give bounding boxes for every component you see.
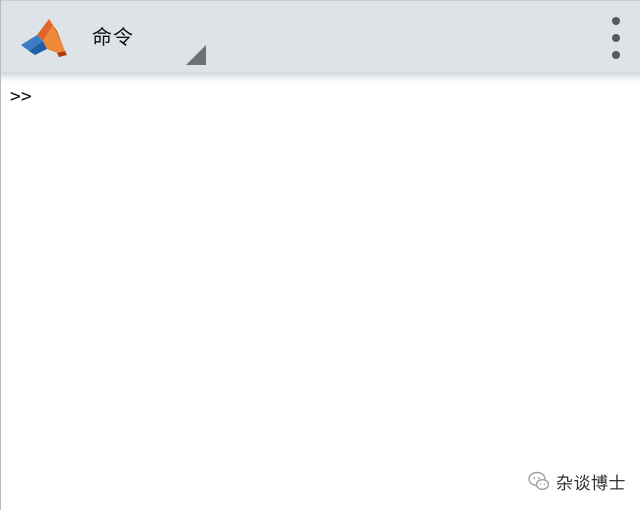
overflow-menu-icon[interactable] xyxy=(605,17,627,59)
wechat-icon xyxy=(528,471,550,491)
window-title: 命令 xyxy=(92,25,134,49)
command-prompt: >> xyxy=(10,86,32,107)
matlab-logo-icon xyxy=(21,19,67,57)
menu-dot xyxy=(612,17,620,25)
command-input[interactable] xyxy=(41,86,621,108)
toolbar-shadow xyxy=(1,72,640,82)
toolbar: 命令 xyxy=(1,0,640,72)
watermark-text: 杂谈博士 xyxy=(556,473,626,494)
command-window: 命令 >> 杂谈博士 xyxy=(0,0,640,510)
menu-dot xyxy=(612,34,620,42)
console-area[interactable]: >> xyxy=(1,82,640,510)
dropdown-triangle-icon[interactable] xyxy=(186,45,206,65)
menu-dot xyxy=(612,51,620,59)
watermark: 杂谈博士 xyxy=(527,468,626,494)
